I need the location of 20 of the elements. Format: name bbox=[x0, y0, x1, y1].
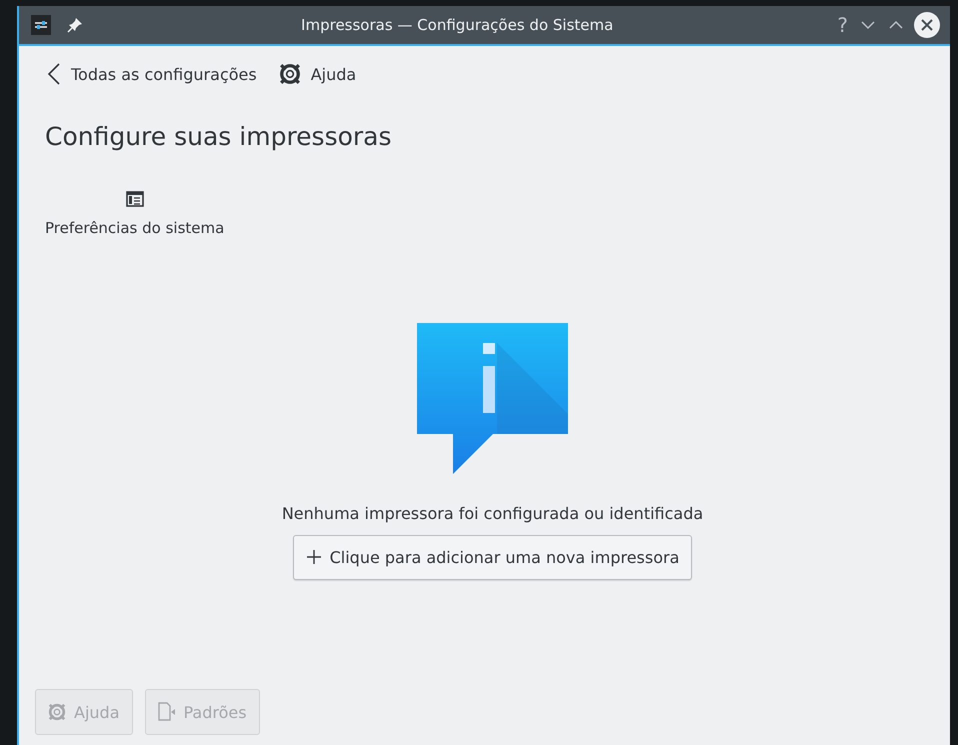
panel-icon bbox=[126, 191, 144, 207]
lifebuoy-icon bbox=[278, 63, 301, 85]
info-bubble-icon bbox=[417, 322, 568, 474]
help-button[interactable]: ? bbox=[837, 13, 848, 37]
lifebuoy-icon bbox=[48, 703, 66, 721]
pin-icon[interactable] bbox=[67, 17, 83, 33]
help-button[interactable]: Ajuda bbox=[278, 63, 356, 85]
maximize-icon[interactable] bbox=[888, 20, 904, 30]
back-icon bbox=[47, 63, 61, 85]
add-printer-button[interactable]: Clique para adicionar uma nova impressora bbox=[292, 534, 692, 580]
shortcut-item[interactable]: Preferências do sistema bbox=[45, 191, 224, 237]
empty-message: Nenhuma impressora foi configurada ou identificada bbox=[282, 504, 704, 522]
plus-icon bbox=[306, 549, 322, 565]
back-button[interactable]: Todas as configurações bbox=[47, 63, 257, 85]
minimize-icon[interactable] bbox=[860, 20, 876, 30]
page-heading: Configure suas impressoras bbox=[45, 122, 393, 151]
close-icon[interactable] bbox=[914, 12, 940, 38]
app-icon bbox=[31, 15, 51, 35]
window-title: Impressoras — Configurações do Sistema bbox=[300, 16, 614, 34]
document-icon bbox=[158, 702, 176, 722]
